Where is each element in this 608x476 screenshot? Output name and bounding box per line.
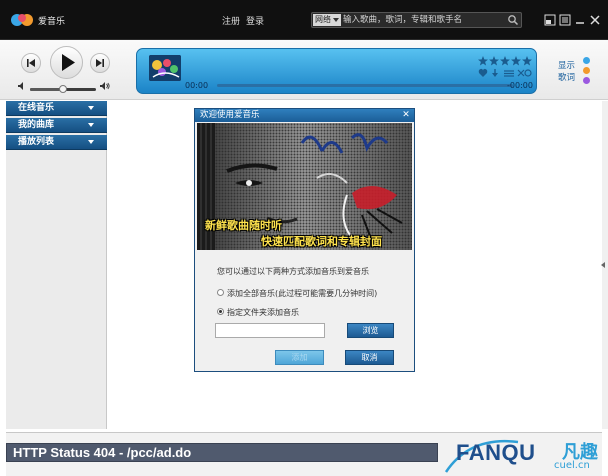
- sidebar-item-label: 播放列表: [18, 137, 55, 147]
- app-title: 爱音乐: [38, 17, 66, 27]
- sidebar-item-label: 在线音乐: [18, 103, 55, 113]
- login-link[interactable]: 登录: [246, 14, 264, 27]
- dialog-title: 欢迎使用爱音乐: [200, 110, 260, 120]
- welcome-banner: 新鲜歌曲随时听 快速匹配歌词和专辑封面: [197, 123, 412, 250]
- previous-button[interactable]: [21, 53, 41, 73]
- shuffle-icon[interactable]: [517, 69, 532, 77]
- skin-blue-icon[interactable]: [583, 57, 590, 64]
- add-button[interactable]: 添加: [275, 350, 324, 365]
- dialog-title-bar: 欢迎使用爱音乐 ✕: [195, 109, 414, 122]
- chevron-down-icon: [333, 18, 339, 22]
- sidebar-item-my-library[interactable]: 我的曲库: [6, 118, 107, 133]
- collapse-arrow-icon[interactable]: [601, 262, 605, 268]
- minimize-icon[interactable]: [574, 14, 586, 26]
- watermark-domain: cuel.cn: [554, 460, 590, 471]
- search-scope-dropdown[interactable]: 网络: [313, 14, 341, 26]
- banner-headline: 新鲜歌曲随时听: [205, 219, 282, 232]
- option-folder-radio[interactable]: [217, 308, 224, 315]
- search-input[interactable]: [343, 13, 503, 27]
- cancel-button[interactable]: 取消: [345, 350, 394, 365]
- welcome-dialog: 欢迎使用爱音乐 ✕ 新鲜歌曲随时听 快速匹配歌词和专辑封面 您可以通过以下两种方…: [194, 108, 415, 372]
- volume-thumb[interactable]: [59, 85, 67, 93]
- sidebar-item-label: 我的曲库: [18, 120, 55, 130]
- lyrics-link[interactable]: 歌词: [558, 71, 575, 83]
- browse-button[interactable]: 浏览: [347, 323, 394, 338]
- close-icon[interactable]: [589, 14, 601, 26]
- search-icon[interactable]: [507, 14, 519, 26]
- status-message: HTTP Status 404 - /pcc/ad.do: [6, 443, 438, 462]
- skin-orange-icon[interactable]: [583, 67, 590, 74]
- rating-stars-icon[interactable]: [478, 56, 534, 66]
- dialog-close-icon[interactable]: ✕: [401, 110, 411, 120]
- download-icon[interactable]: [492, 69, 498, 77]
- dialog-intro-text: 您可以通过以下两种方式添加音乐到爱音乐: [217, 267, 369, 276]
- watermark: FANQU 凡趣 cuel.cn: [440, 432, 608, 476]
- watermark-brand: FANQU: [456, 440, 536, 465]
- option-add-all-radio[interactable]: [217, 289, 224, 296]
- chevron-down-icon: [88, 123, 94, 127]
- chevron-down-icon: [88, 106, 94, 110]
- volume-max-icon[interactable]: [100, 82, 110, 90]
- sidebar: 在线音乐 我的曲库 播放列表: [6, 101, 107, 429]
- time-remaining: -00:00: [507, 81, 533, 90]
- next-icon: [96, 59, 104, 67]
- volume-mute-icon[interactable]: [18, 82, 26, 90]
- progress-bar[interactable]: [217, 84, 513, 87]
- previous-icon: [27, 59, 35, 67]
- option-folder-label[interactable]: 指定文件夹添加音乐: [227, 307, 299, 318]
- title-bar: 爱音乐 注册 登录 网络: [0, 0, 608, 40]
- search-box: 网络: [311, 12, 522, 28]
- skin-purple-icon[interactable]: [583, 77, 590, 84]
- play-icon: [62, 54, 75, 71]
- play-mode-icon[interactable]: [504, 70, 514, 77]
- menu-icon[interactable]: [559, 14, 571, 26]
- sidebar-item-online-music[interactable]: 在线音乐: [6, 101, 107, 116]
- folder-path-input[interactable]: [215, 323, 325, 338]
- show-link[interactable]: 显示: [558, 59, 575, 71]
- banner-subheadline: 快速匹配歌词和专辑封面: [261, 235, 382, 248]
- register-link[interactable]: 注册: [222, 14, 240, 27]
- option-add-all-label[interactable]: 添加全部音乐(此过程可能需要几分钟时间): [227, 288, 377, 299]
- now-playing-display: 00:00 -00:00: [136, 48, 537, 94]
- time-elapsed: 00:00: [185, 81, 209, 90]
- volume-slider[interactable]: [30, 85, 96, 93]
- favorite-icon[interactable]: [478, 68, 534, 78]
- chevron-down-icon: [88, 140, 94, 144]
- album-art: [149, 55, 181, 81]
- sidebar-item-playlist[interactable]: 播放列表: [6, 135, 107, 150]
- play-button[interactable]: [50, 46, 83, 79]
- next-button[interactable]: [90, 53, 110, 73]
- search-scope-label: 网络: [315, 15, 331, 24]
- mini-mode-icon[interactable]: [544, 14, 556, 26]
